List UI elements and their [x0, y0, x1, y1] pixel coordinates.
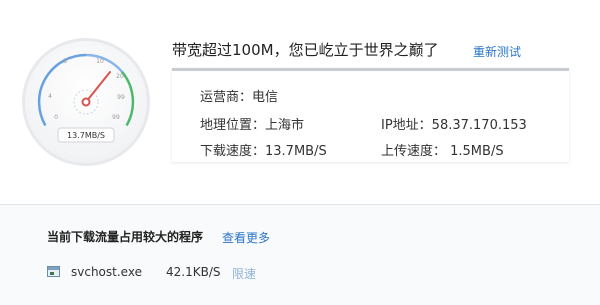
gauge-tick-label: 20 [116, 73, 124, 80]
gauge-needle-pivot [81, 97, 91, 107]
limit-speed-button[interactable]: 限速 [232, 265, 256, 282]
list-item: svchost.exe 42.1KB/S 限速 [47, 265, 567, 283]
upload-speed-info: 上传速度： 1.5MB/S [381, 144, 504, 159]
location-info: 地理位置：上海市 [200, 118, 305, 133]
ip-info: IP地址：58.37.170.153 [381, 118, 527, 133]
gauge-tick-label: 10 [96, 58, 104, 65]
gauge-tick-label: 8 [63, 58, 67, 65]
gauge-readout: 13.7MB/S [67, 131, 105, 140]
gauge-tick-label: 99 [112, 114, 120, 121]
isp-info: 运营商：电信 [200, 90, 279, 105]
gauge-dial: 0 4 8 10 20 99 99 13.7MB/S [22, 38, 150, 166]
gauge-tick-label: 99 [117, 94, 125, 101]
programs-title: 当前下载流量占用较大的程序 [47, 230, 204, 244]
program-name: svchost.exe [71, 265, 142, 279]
result-headline: 带宽超过100M，您已屹立于世界之巅了 [172, 41, 439, 59]
gauge-tick-label: 0 [54, 114, 58, 121]
program-window-icon [47, 266, 60, 277]
program-speed: 42.1KB/S [166, 265, 221, 279]
retest-link[interactable]: 重新测试 [473, 43, 521, 60]
speed-gauge: 0 4 8 10 20 99 99 13.7MB/S [20, 36, 152, 168]
top-programs-section: 当前下载流量占用较大的程序 查看更多 svchost.exe 42.1KB/S … [0, 204, 600, 305]
view-more-link[interactable]: 查看更多 [222, 229, 270, 246]
gauge-tick-label: 4 [48, 93, 52, 100]
speed-result-section: 0 4 8 10 20 99 99 13.7MB/S 带宽超过100M，您已屹立… [0, 0, 600, 204]
connection-info-panel: 运营商：电信 地理位置：上海市 IP地址：58.37.170.153 下载速度：… [172, 68, 569, 162]
download-speed-info: 下载速度：13.7MB/S [200, 144, 327, 159]
